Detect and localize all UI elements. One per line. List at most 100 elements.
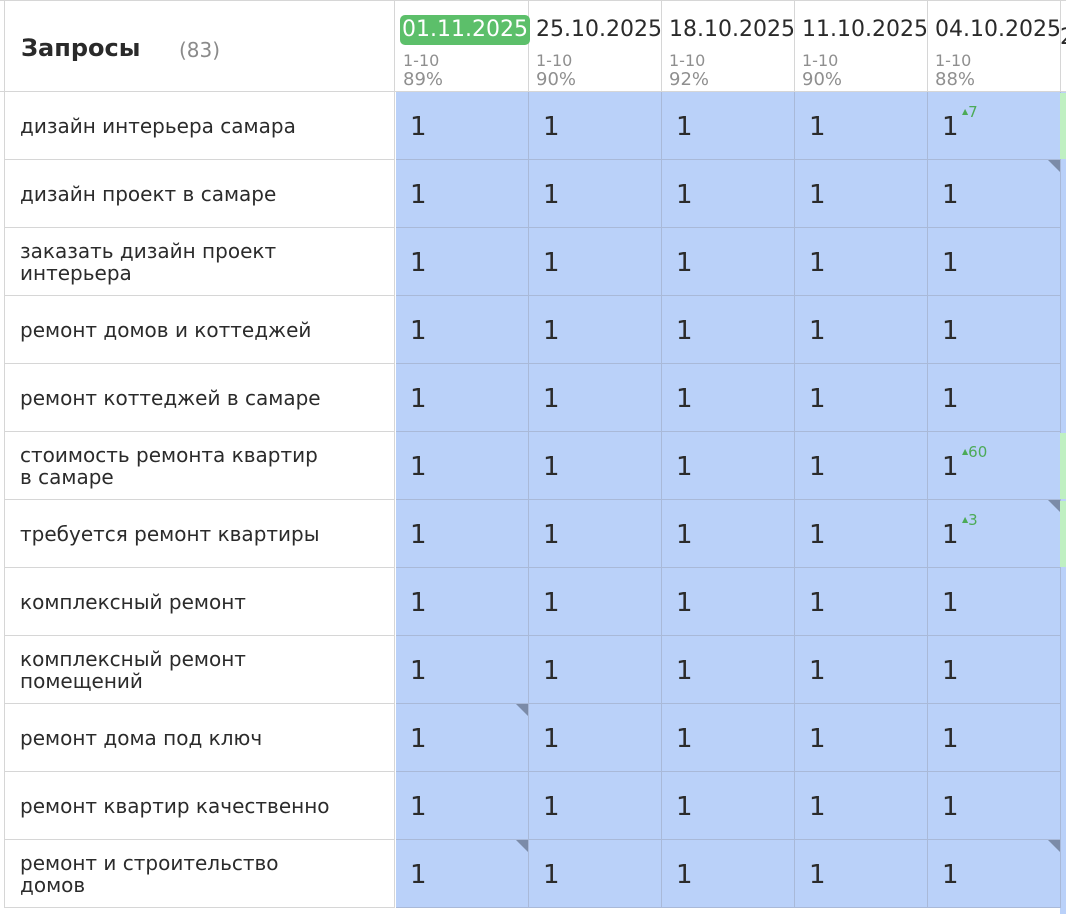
position-cell[interactable]: 1: [396, 568, 529, 636]
position-cell[interactable]: 1: [928, 364, 1061, 432]
position-cell[interactable]: 1: [396, 704, 529, 772]
position-cell[interactable]: 1: [662, 160, 795, 228]
position-cell[interactable]: 1 ▲7: [928, 92, 1061, 160]
position-cell[interactable]: 1: [529, 296, 662, 364]
position-cell[interactable]: 1 ▲60: [928, 432, 1061, 500]
comment-marker-icon[interactable]: [1048, 840, 1060, 852]
table-row: комплексный ремонт помещений 1 1 1 1 1: [0, 636, 1066, 704]
position-cell[interactable]: 1: [396, 364, 529, 432]
position-cell[interactable]: 1: [662, 772, 795, 840]
date-column-header[interactable]: 25.10.2025 1-10 90%: [529, 1, 662, 93]
comment-marker-icon[interactable]: [516, 704, 528, 716]
position-cell[interactable]: 1: [529, 772, 662, 840]
position-cell[interactable]: 1: [396, 500, 529, 568]
position-cell[interactable]: 1: [396, 160, 529, 228]
position-cell[interactable]: 1: [795, 364, 928, 432]
position-cell[interactable]: 1: [396, 636, 529, 704]
position-cell[interactable]: 1: [529, 500, 662, 568]
comment-marker-icon[interactable]: [1048, 160, 1060, 172]
query-text[interactable]: комплексный ремонт: [4, 568, 395, 636]
comment-marker-icon[interactable]: [516, 840, 528, 852]
query-text[interactable]: ремонт домов и коттеджей: [4, 296, 395, 364]
table-row: ремонт домов и коттеджей 1 1 1 1 1: [0, 296, 1066, 364]
query-text[interactable]: ремонт квартир качественно: [4, 772, 395, 840]
position-cell[interactable]: 1: [529, 432, 662, 500]
position-value: 1: [942, 248, 959, 278]
position-cell[interactable]: 1: [795, 772, 928, 840]
position-value: 1: [942, 384, 959, 414]
position-cell[interactable]: 1: [795, 500, 928, 568]
position-cell[interactable]: 1: [529, 568, 662, 636]
position-cell[interactable]: 1: [795, 432, 928, 500]
position-cell[interactable]: 1: [662, 840, 795, 908]
position-cell[interactable]: 1: [529, 92, 662, 160]
table-row: комплексный ремонт 1 1 1 1 1: [0, 568, 1066, 636]
position-cell[interactable]: 1: [928, 160, 1061, 228]
position-cell[interactable]: 1: [795, 840, 928, 908]
position-cell[interactable]: 1: [662, 228, 795, 296]
position-cell[interactable]: 1: [928, 296, 1061, 364]
position-cell[interactable]: 1: [928, 568, 1061, 636]
position-value: 1: [942, 316, 959, 346]
query-text[interactable]: дизайн интерьера самара: [4, 92, 395, 160]
position-cell[interactable]: 1: [795, 636, 928, 704]
query-text[interactable]: ремонт дома под ключ: [4, 704, 395, 772]
position-change-up: ▲3: [962, 512, 978, 528]
position-cell[interactable]: 1: [662, 704, 795, 772]
position-cell[interactable]: 1: [795, 92, 928, 160]
position-cell[interactable]: 1: [396, 840, 529, 908]
position-cell[interactable]: 1: [795, 296, 928, 364]
position-cell[interactable]: 1: [396, 92, 529, 160]
position-cell[interactable]: 1: [662, 432, 795, 500]
position-value: 1: [676, 724, 693, 754]
query-text[interactable]: стоимость ремонта квартир в самаре: [4, 432, 395, 500]
position-cell[interactable]: 1: [662, 92, 795, 160]
comment-marker-icon[interactable]: [1048, 500, 1060, 512]
position-cell[interactable]: 1: [662, 296, 795, 364]
position-value: 1: [410, 316, 427, 346]
position-cell[interactable]: 1: [529, 636, 662, 704]
position-cell[interactable]: 1: [396, 296, 529, 364]
position-change-up: ▲60: [962, 444, 987, 460]
position-cell[interactable]: 1: [529, 160, 662, 228]
query-text[interactable]: ремонт и строительство домов: [4, 840, 395, 908]
table-row: ремонт и строительство домов 1 1 1 1 1: [0, 840, 1066, 908]
query-text[interactable]: заказать дизайн проект интерьера: [4, 228, 395, 296]
query-text[interactable]: ремонт коттеджей в самаре: [4, 364, 395, 432]
queries-count: (83): [179, 38, 221, 62]
date-column-header[interactable]: 04.10.2025 1-10 88%: [928, 1, 1061, 93]
queries-column-header[interactable]: Запросы (83): [4, 1, 395, 93]
position-cell[interactable]: 1: [928, 228, 1061, 296]
position-cell[interactable]: 1: [662, 500, 795, 568]
queries-title: Запросы: [21, 34, 141, 62]
query-text[interactable]: комплексный ремонт помещений: [4, 636, 395, 704]
date-column-header[interactable]: 11.10.2025 1-10 90%: [795, 1, 928, 93]
position-cell[interactable]: 1: [529, 228, 662, 296]
date-range: 1-10: [536, 51, 573, 70]
date-column-header[interactable]: 18.10.2025 1-10 92%: [662, 1, 795, 93]
date-column-header[interactable]: 01.11.2025 1-10 89%: [396, 1, 530, 93]
position-cell[interactable]: 1: [529, 704, 662, 772]
table-row: требуется ремонт квартиры 1 1 1 1 1 ▲3: [0, 500, 1066, 568]
position-cell[interactable]: 1: [795, 568, 928, 636]
date-label: 18.10.2025: [669, 17, 795, 42]
position-cell[interactable]: 1: [928, 704, 1061, 772]
position-cell[interactable]: 1: [396, 228, 529, 296]
position-cell[interactable]: 1: [662, 364, 795, 432]
position-cell[interactable]: 1: [396, 772, 529, 840]
position-cell[interactable]: 1: [795, 228, 928, 296]
position-cell[interactable]: 1: [529, 364, 662, 432]
position-cell[interactable]: 1: [662, 636, 795, 704]
position-cell[interactable]: 1: [795, 704, 928, 772]
date-percent: 90%: [802, 69, 843, 90]
position-cell[interactable]: 1: [662, 568, 795, 636]
query-text[interactable]: дизайн проект в самаре: [4, 160, 395, 228]
position-cell[interactable]: 1: [928, 840, 1061, 908]
query-text[interactable]: требуется ремонт квартиры: [4, 500, 395, 568]
position-cell[interactable]: 1: [396, 432, 529, 500]
position-cell[interactable]: 1: [795, 160, 928, 228]
position-cell[interactable]: 1: [928, 636, 1061, 704]
position-cell[interactable]: 1 ▲3: [928, 500, 1061, 568]
position-cell[interactable]: 1: [529, 840, 662, 908]
position-cell[interactable]: 1: [928, 772, 1061, 840]
